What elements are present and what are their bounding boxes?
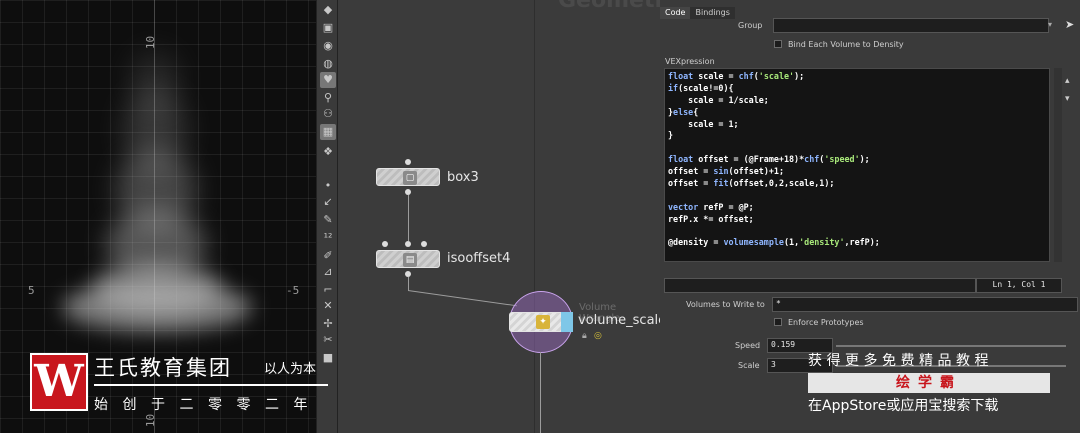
code-line: float offset = (@Frame+18)*chf('speed'); — [668, 154, 870, 165]
network-context-title: Geometry — [558, 0, 660, 13]
number-icon[interactable]: ¹² — [320, 230, 336, 246]
display-flag-icon[interactable] — [561, 312, 573, 332]
bulb-icon[interactable]: ⚲ — [320, 90, 336, 106]
code-line: offset = fit(offset,0,2,scale,1); — [668, 178, 835, 189]
viewport-tick-top: 10 — [144, 35, 158, 50]
speed-slider[interactable] — [836, 345, 1066, 347]
camera-icon[interactable]: ◍ — [320, 56, 336, 72]
person-icon[interactable]: ⚇ — [320, 106, 336, 122]
brand-logo: W — [30, 353, 88, 411]
node-box3[interactable]: ▢ — [376, 168, 440, 186]
code-scroll-up-icon[interactable]: ▴ — [1065, 76, 1070, 86]
curve-icon[interactable]: ↙ — [320, 194, 336, 210]
volumes-write-field[interactable]: * — [772, 297, 1078, 312]
snap-icon[interactable]: ❖ — [320, 144, 336, 160]
group-dropdown-icon[interactable]: ▾ — [1048, 20, 1052, 29]
tab-code[interactable]: Code — [660, 7, 691, 19]
node-label-isooffset4: isooffset4 — [447, 251, 511, 266]
tool-shelf: ◆ ▣ ◉ ◍ ♥ ⚲ ⚇ ▦ ❖ • ↙ ✎ ¹² ✐ ⊿ ⌐ ✕ ✢ ✂ ■ — [316, 0, 338, 433]
bind-volume-checkbox[interactable] — [774, 40, 782, 48]
select-tool-icon[interactable]: ◆ — [320, 2, 336, 18]
vexpression-label: VEXpression — [665, 57, 715, 66]
vex-code-editor[interactable]: float scale = chf('scale'); if(scale!=0)… — [664, 68, 1050, 262]
code-line: refP.x *= offset; — [668, 213, 754, 224]
code-line: }else{ — [668, 106, 699, 117]
code-line: offset = sin(offset)+1; — [668, 166, 784, 177]
box-icon[interactable]: ■ — [320, 350, 336, 366]
node-label-box3: box3 — [447, 170, 479, 185]
brand-rule — [94, 384, 328, 386]
wire-isooffset-wrangle-b — [407, 290, 517, 307]
network-divider — [534, 0, 535, 433]
grid-tool-icon[interactable]: ▦ — [320, 124, 336, 140]
lock-icon[interactable]: ▣ — [320, 20, 336, 36]
isooffset-node-icon: ▤ — [403, 253, 417, 267]
wire-box3-isooffset — [408, 195, 409, 241]
node-status-icon: ◎ — [594, 331, 602, 341]
code-line: float scale = chf('scale'); — [668, 71, 805, 81]
code-scrollbar[interactable] — [1054, 68, 1062, 262]
pin-icon[interactable]: ◉ — [320, 38, 336, 54]
brand-founded: 始创于二零零二年 — [94, 397, 322, 413]
isooffset-input-port-3[interactable] — [421, 241, 427, 247]
paint-icon[interactable]: ✐ — [320, 248, 336, 264]
code-line: scale = 1/scale; — [668, 94, 769, 105]
code-line: scale = 1; — [668, 118, 739, 129]
box-node-icon: ▢ — [403, 171, 417, 185]
light-icon[interactable]: ♥ — [320, 72, 336, 88]
isooffset-input-port-2[interactable] — [405, 241, 411, 247]
code-scroll-down-icon[interactable]: ▾ — [1065, 94, 1070, 104]
handle-icon[interactable]: ✢ — [320, 316, 336, 332]
scale-label: Scale — [738, 361, 760, 370]
code-line: @density = volumesample(1,'density',refP… — [668, 237, 880, 248]
promo-headline: 获得更多免费精品教程 — [808, 353, 993, 369]
wire-wrangle-output — [540, 352, 541, 433]
viewport-tick-bottom: 10 — [144, 413, 158, 428]
brush-icon[interactable]: ✎ — [320, 212, 336, 228]
enforce-prototypes-label: Enforce Prototypes — [788, 318, 864, 327]
houdini-window: 10 5 -5 10 ◆ ▣ ◉ ◍ ♥ ⚲ ⚇ ▦ ❖ • ↙ ✎ ¹² ✐ … — [0, 0, 1080, 433]
measure-icon[interactable]: ⊿ — [320, 264, 336, 280]
brand-slogan: 以人为本 — [264, 362, 317, 377]
group-field[interactable] — [773, 18, 1049, 33]
node-isooffset4[interactable]: ▤ — [376, 250, 440, 268]
transform-icon[interactable]: ⌐ — [320, 282, 336, 298]
dot-icon[interactable]: • — [320, 178, 336, 194]
code-line: } — [668, 130, 674, 141]
isooffset-input-port-1[interactable] — [382, 241, 388, 247]
box3-input-port[interactable] — [405, 159, 411, 165]
cut-icon[interactable]: ✂ — [320, 332, 336, 348]
enforce-prototypes-checkbox[interactable] — [774, 318, 782, 326]
bind-volume-label: Bind Each Volume to Density — [788, 40, 904, 49]
promo-download: 在AppStore或应用宝搜索下载 — [808, 398, 999, 414]
tab-bindings[interactable]: Bindings — [690, 7, 735, 19]
brand-org-name: 王氏教育集团 — [94, 356, 232, 380]
promo-brand: 绘学霸 — [808, 373, 1050, 393]
cursor-position: Ln 1, Col 1 — [976, 278, 1062, 293]
edge-icon[interactable]: ✕ — [320, 298, 336, 314]
viewport-tick-right: -5 — [286, 284, 300, 297]
wire-isooffset-wrangle-a — [408, 277, 409, 291]
group-select-arrow-icon[interactable]: ➤ — [1065, 18, 1074, 31]
node-lock-icon: 🔒︎ — [582, 331, 587, 341]
volumes-write-label: Volumes to Write to — [686, 300, 765, 309]
code-line: if(scale!=0){ — [668, 82, 734, 93]
network-editor[interactable]: Geometry ▢ box3 ▤ isooffset4 ✦ Volume Wr… — [338, 0, 660, 433]
node-label-volume-scale: volume_scale — [578, 313, 660, 328]
viewport-tick-left: 5 — [28, 284, 35, 297]
code-status-bar — [664, 278, 976, 293]
wrangle-node-icon: ✦ — [536, 315, 550, 329]
speed-label: Speed — [735, 341, 761, 350]
param-tabs: Code Bindings — [660, 0, 735, 19]
group-label: Group — [738, 21, 763, 30]
code-line: vector refP = @P; — [668, 201, 754, 212]
